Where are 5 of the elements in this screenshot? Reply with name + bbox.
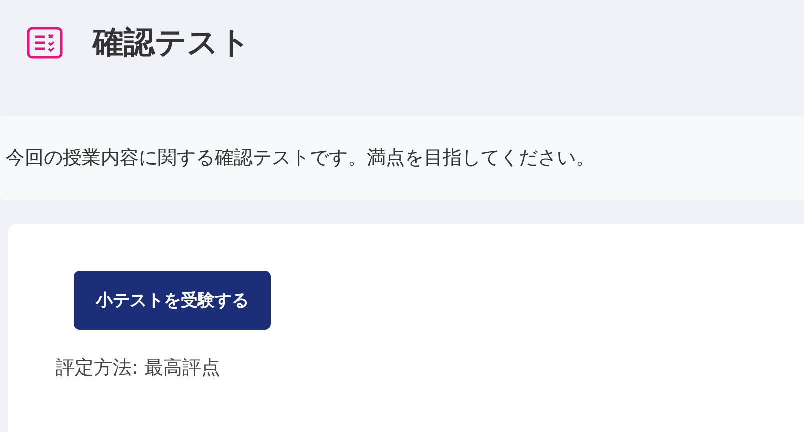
- grading-method-text: 評定方法: 最高評点: [56, 356, 222, 381]
- checklist-icon: [27, 27, 63, 59]
- page-title: 確認テスト: [93, 24, 251, 63]
- description-text: 今回の授業内容に関する確認テストです。満点を目指してください。: [6, 146, 595, 171]
- start-quiz-button[interactable]: 小テストを受験する: [74, 271, 271, 330]
